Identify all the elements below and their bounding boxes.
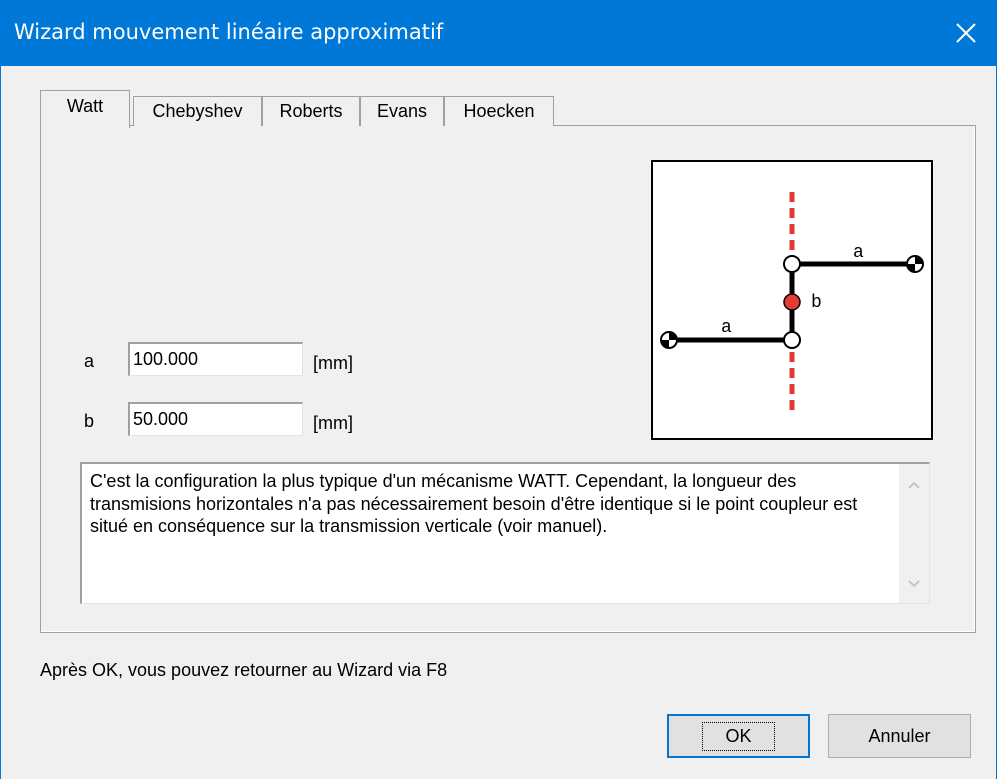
close-button[interactable] (935, 0, 997, 66)
vertical-scrollbar[interactable] (899, 464, 929, 603)
scroll-down-button[interactable] (899, 569, 929, 599)
chevron-down-icon (908, 580, 920, 588)
pivot-left-icon (660, 331, 678, 349)
tab-label: Evans (376, 101, 428, 121)
description-text: C'est la configuration la plus typique d… (90, 471, 858, 536)
field-b-label: b (84, 411, 95, 431)
cancel-button-label: Annuler (868, 725, 931, 746)
field-b-input[interactable] (128, 402, 303, 436)
field-a-input[interactable] (128, 342, 303, 376)
tab-label: Hoecken (463, 101, 535, 121)
tab-roberts[interactable]: Roberts (262, 96, 360, 126)
pivot-right-icon (906, 255, 924, 273)
window-border-left (0, 66, 1, 779)
window-title: Wizard mouvement linéaire approximatif (14, 20, 444, 44)
title-bar: Wizard mouvement linéaire approximatif (0, 0, 997, 66)
tab-label: Watt (66, 96, 104, 116)
label-a-top: a (853, 243, 864, 263)
chevron-up-icon (908, 481, 920, 489)
field-b-unit: [mm] (313, 413, 353, 433)
tab-label: Chebyshev (152, 101, 243, 121)
tab-evans[interactable]: Evans (360, 96, 444, 126)
scroll-up-button[interactable] (899, 470, 929, 500)
field-a-label: a (84, 351, 95, 371)
linkage-svg: a a b (660, 192, 924, 410)
watt-linkage-diagram: a a b (651, 160, 933, 440)
tab-chebyshev[interactable]: Chebyshev (133, 96, 262, 126)
coupler-point (783, 293, 801, 311)
label-b: b (811, 293, 822, 313)
field-a-unit: [mm] (313, 353, 353, 373)
joint-upper (783, 255, 801, 273)
ok-button[interactable]: OK (667, 714, 810, 758)
ok-button-label: OK (702, 721, 775, 751)
tab-watt[interactable]: Watt (40, 90, 130, 128)
joint-lower (783, 331, 801, 349)
cancel-button[interactable]: Annuler (828, 714, 971, 758)
description-textarea[interactable]: C'est la configuration la plus typique d… (80, 462, 930, 604)
hint-text: Après OK, vous pouvez retourner au Wizar… (40, 660, 448, 680)
close-icon (956, 23, 976, 43)
tab-label: Roberts (279, 101, 343, 121)
label-a-bottom: a (721, 318, 732, 338)
tab-hoecken[interactable]: Hoecken (444, 96, 554, 126)
